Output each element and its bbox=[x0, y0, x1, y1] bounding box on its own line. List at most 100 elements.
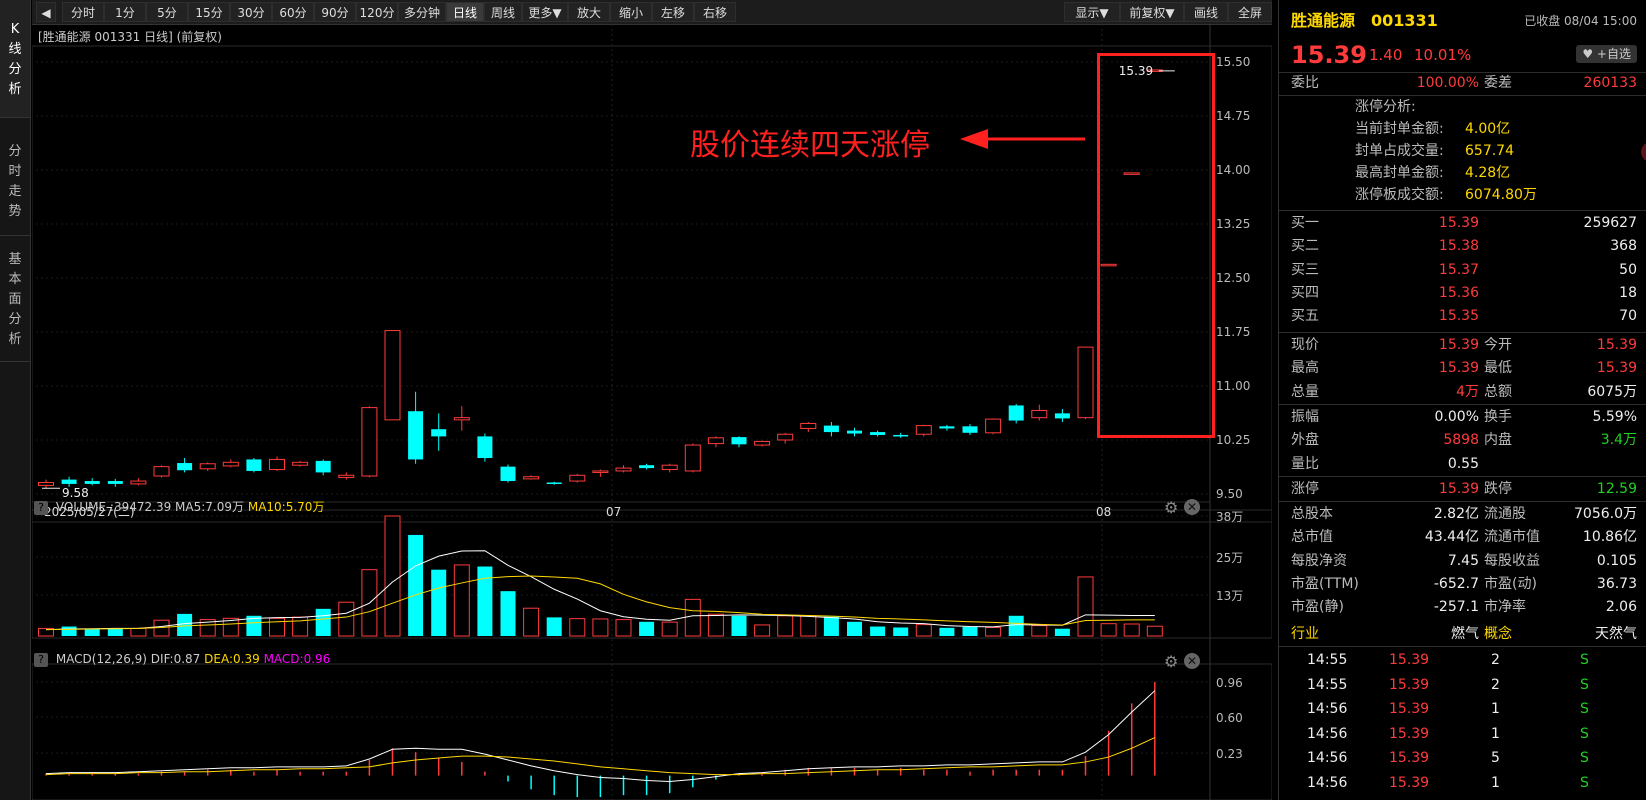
tick-time: 14:56 bbox=[1307, 774, 1348, 791]
toolbar-item-14[interactable]: 左移 bbox=[652, 2, 694, 22]
candle-body bbox=[1077, 346, 1094, 419]
toolbar-item-11[interactable]: 更多▼ bbox=[522, 2, 568, 22]
tick-price: 15.39 bbox=[1389, 725, 1430, 742]
toolbar-item-4[interactable]: 30分 bbox=[230, 2, 272, 22]
toolbar-item-7[interactable]: 120分 bbox=[356, 2, 398, 22]
bid-row[interactable]: 买四 15.36 18 bbox=[1279, 282, 1646, 304]
toolbar-item-5[interactable]: 60分 bbox=[272, 2, 314, 22]
fund-row: 市盈(TTM) -652.7 市盈(动) 36.73 bbox=[1279, 573, 1646, 595]
bid-row[interactable]: 买三 15.37 50 bbox=[1279, 259, 1646, 281]
weicha-value: 260133 bbox=[1583, 75, 1637, 91]
close-icon[interactable]: ✕ bbox=[1184, 499, 1200, 515]
toolbar-item-10[interactable]: 周线 bbox=[484, 2, 522, 22]
candle bbox=[915, 424, 932, 437]
toolbar-item-13[interactable]: 缩小 bbox=[610, 2, 652, 22]
toolbar-item-2[interactable]: 5分 bbox=[146, 2, 188, 22]
tick-volume: 1 bbox=[1491, 701, 1500, 717]
fund-row-value-1: -257.1 bbox=[1433, 599, 1479, 616]
candle bbox=[985, 418, 1002, 435]
toolbar-right-item-2[interactable]: 画线 bbox=[1184, 2, 1228, 22]
y-tick-label: 13.25 bbox=[1216, 217, 1250, 231]
tick-row[interactable]: 14:55 15.39 2 S bbox=[1279, 648, 1646, 672]
candle-body bbox=[130, 480, 147, 485]
tick-volume: 5 bbox=[1491, 750, 1500, 766]
bid-row[interactable]: 买一 15.39 259627 bbox=[1279, 212, 1646, 234]
bid-price: 15.37 bbox=[1438, 261, 1479, 278]
industry-value[interactable]: 燃气 bbox=[1389, 623, 1479, 645]
period-toolbar: ◀ 分时 1分 5分 15分 30分 60分 90分 120分 多分钟 日线 周线 更多▼ 放大 缩小 左移右… bbox=[32, 0, 1272, 25]
toolbar-item-9[interactable]: 日线 bbox=[446, 2, 484, 22]
concept-value[interactable]: 天然气 bbox=[1595, 623, 1637, 645]
toolbar-item-3[interactable]: 15分 bbox=[188, 2, 230, 22]
candle-body bbox=[639, 465, 655, 469]
bid-row[interactable]: 买二 15.38 368 bbox=[1279, 235, 1646, 257]
candle-body bbox=[985, 418, 1002, 434]
toolbar-item-0[interactable]: 分时 bbox=[62, 2, 104, 22]
candle bbox=[292, 460, 309, 467]
bid-label: 买五 bbox=[1291, 308, 1319, 325]
tick-row[interactable]: 14:55 15.39 2 S bbox=[1279, 673, 1646, 697]
industry-label[interactable]: 行业 bbox=[1291, 623, 1319, 645]
candle bbox=[1008, 404, 1024, 424]
bid-volume: 50 bbox=[1619, 261, 1637, 278]
candle-body bbox=[431, 429, 447, 437]
fund-row-value-2: 2.06 bbox=[1605, 599, 1637, 616]
candle-body bbox=[1054, 413, 1070, 419]
candle-body bbox=[315, 460, 331, 473]
stat-row-label-1: 最高 bbox=[1291, 360, 1319, 377]
limit-row-value: 4.00亿 bbox=[1465, 121, 1511, 137]
macd-dif-line bbox=[45, 690, 1156, 782]
tab-fundamentals[interactable]: 基本面分析 bbox=[0, 236, 30, 362]
toolbar-right-item-3[interactable]: 全屏 bbox=[1228, 2, 1272, 22]
y-tick-label: 10.25 bbox=[1216, 433, 1250, 447]
toolbar-item-15[interactable]: 右移 bbox=[694, 2, 736, 22]
fundamentals: 总股本 2.82亿 流通股 7056.0万 总市值 43.44亿 流通市值 10.86亿 每股净… bbox=[1279, 503, 1646, 621]
toolbar-item-12[interactable]: 放大 bbox=[568, 2, 610, 22]
candle-body bbox=[177, 463, 193, 471]
stat-row-label-1: 总量 bbox=[1291, 383, 1319, 400]
tick-time: 14:56 bbox=[1307, 701, 1348, 717]
toolbar-right-item-0[interactable]: 显示▼ bbox=[1064, 2, 1120, 22]
candle-body bbox=[661, 464, 678, 471]
volume-bar bbox=[315, 608, 331, 636]
y-tick-label: 0.23 bbox=[1216, 747, 1243, 761]
gear-icon[interactable]: ⚙ bbox=[1164, 652, 1178, 671]
tick-row[interactable]: 14:56 15.39 1 S bbox=[1279, 771, 1646, 795]
tick-row[interactable]: 14:56 15.39 5 S bbox=[1279, 746, 1646, 770]
add-watchlist-button[interactable]: ♥ +自选 bbox=[1576, 45, 1637, 63]
volume-bar bbox=[523, 607, 540, 637]
candle bbox=[592, 469, 609, 477]
candle-body bbox=[707, 437, 724, 445]
help-icon[interactable]: ? bbox=[34, 653, 48, 667]
tab-kline-analysis[interactable]: K线分析 bbox=[0, 0, 30, 118]
stat-row-label-1: 现价 bbox=[1291, 337, 1319, 353]
gear-icon[interactable]: ⚙ bbox=[1164, 498, 1178, 517]
stat-row-label-2: 今开 bbox=[1484, 337, 1512, 353]
side-tab-bar: K线分析 分时走势 基本面分析 bbox=[0, 0, 31, 800]
tick-row[interactable]: 14:56 15.39 1 S bbox=[1279, 722, 1646, 746]
candle bbox=[847, 427, 862, 437]
volume-bar bbox=[177, 613, 193, 636]
bid-row[interactable]: 买五 15.35 70 bbox=[1279, 305, 1646, 327]
toolbar-right-item-1[interactable]: 前复权▼ bbox=[1120, 2, 1184, 22]
candle bbox=[500, 464, 516, 483]
trade-row-label-1: 外盘 bbox=[1291, 432, 1319, 449]
candle-body bbox=[915, 425, 932, 435]
concept-label[interactable]: 概念 bbox=[1484, 623, 1512, 645]
tick-row[interactable]: 14:56 15.39 1 S bbox=[1279, 697, 1646, 721]
tab-intraday[interactable]: 分时走势 bbox=[0, 118, 30, 236]
back-button[interactable]: ◀ bbox=[36, 2, 56, 22]
stat-row: 现价 15.39 今开 15.39 bbox=[1279, 334, 1646, 356]
toolbar-item-1[interactable]: 1分 bbox=[104, 2, 146, 22]
trade-row: 量比 0.55 bbox=[1279, 453, 1646, 475]
volume-ma10: MA10:5.70万 bbox=[247, 500, 325, 514]
volume-bar bbox=[1146, 625, 1163, 637]
close-icon[interactable]: ✕ bbox=[1184, 653, 1200, 669]
toolbar-item-8[interactable]: 多分钟 bbox=[398, 2, 446, 22]
tick-list[interactable]: 14:55 15.39 2 S 14:55 15.39 2 S 14:56 15.39 1 S 14:5… bbox=[1279, 648, 1646, 800]
webi-label: 委比 bbox=[1291, 75, 1319, 91]
fund-row-label-1: 每股净资 bbox=[1291, 552, 1347, 569]
help-icon[interactable]: ? bbox=[34, 501, 48, 515]
toolbar-item-6[interactable]: 90分 bbox=[314, 2, 356, 22]
macd-macd: MACD:0.96 bbox=[263, 652, 331, 666]
